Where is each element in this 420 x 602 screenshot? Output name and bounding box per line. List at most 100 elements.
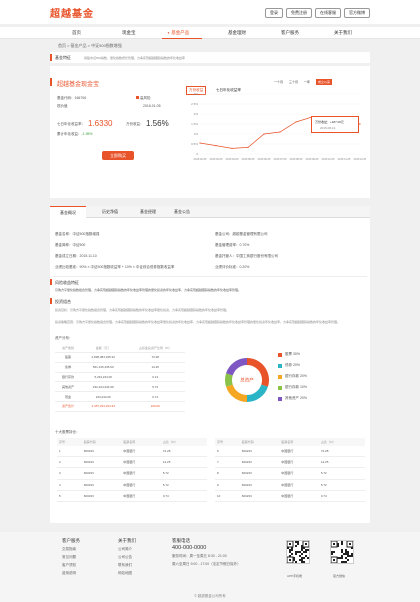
seven-day-label: 七日年化收益率：: [57, 122, 85, 126]
table-cell: 8: [215, 467, 240, 480]
table-cell: 100.00: [125, 401, 185, 412]
table-cell: 5: [57, 490, 82, 502]
qr-finder-dot: [349, 543, 351, 545]
overview-custodian: 基金托管人：中国工商银行股份有限公司: [215, 254, 278, 258]
chart-tooltip: 万份收益：+187.00元 2015-08-13: [311, 116, 359, 133]
qr-module: [347, 555, 349, 557]
table-cell: 5,234,234.00: [81, 372, 126, 383]
footer-link[interactable]: 费用说明: [62, 571, 80, 576]
y-tick-label: 2.5%: [191, 102, 198, 106]
seven-day-value: 1.6330: [88, 119, 113, 128]
footer-link[interactable]: 联系我们: [118, 563, 136, 568]
qr-module: [345, 549, 347, 551]
legend-item: 其他资产 20%: [278, 396, 307, 401]
table-cell: 中国银行: [121, 446, 161, 458]
column-header: 资产类别: [55, 344, 81, 353]
table-cell: 4,457,234,234.33: [81, 401, 126, 412]
footer-link[interactable]: 网站地图: [118, 571, 136, 576]
tab-history[interactable]: 历史净值: [102, 209, 118, 215]
wechat-qr-code: [330, 540, 354, 564]
buy-button[interactable]: 立即购买: [102, 151, 134, 160]
overview-benchmark: 业绩比较基准：90% × 中证500指数收益率 + 10% × 中证综合债券指数…: [55, 265, 175, 269]
nav-item-about[interactable]: 关于我们: [334, 30, 352, 36]
table-cell: 0.74: [318, 490, 365, 502]
holdings-title: 十大股票持仓：: [55, 430, 80, 434]
top-bar: 超越基金 登录 免费注册 在线客服 官方微博: [0, 0, 420, 24]
qr-module: [307, 549, 309, 551]
table-cell: 股票: [55, 352, 81, 363]
login-link[interactable]: 登录: [265, 8, 283, 18]
footer-link[interactable]: 交易指南: [62, 547, 80, 552]
tab-manager[interactable]: 基金经理: [140, 209, 156, 215]
table-cell: 600233: [239, 467, 280, 480]
investment-title: 投资组合: [55, 299, 71, 304]
risk-section-title: 风险收益特征: [55, 280, 79, 285]
footer-link[interactable]: 公司简介: [118, 547, 136, 552]
range-all[interactable]: 成立以来: [316, 79, 333, 85]
x-tick-label: 2015.06.05: [258, 157, 272, 161]
qr-module: [341, 557, 343, 559]
footer-link[interactable]: 常见问题: [62, 555, 80, 560]
qr-module: [291, 553, 293, 555]
table-row: 5 600233 中国银行 0.74: [57, 490, 207, 502]
table-cell: 561,145,435.00: [81, 362, 126, 373]
fund-summary-card: 超越基金现金宝 基金代码：166706 高风险 现价值 2016.01.05 七…: [50, 66, 370, 198]
qr-module: [345, 551, 347, 553]
nav-date: 2016.01.05: [143, 104, 161, 108]
tab-overview[interactable]: 基金概况: [50, 206, 86, 218]
footer-link[interactable]: 公司公告: [118, 555, 136, 560]
qr-module: [347, 553, 349, 555]
x-tick-label: 2015.03.05: [210, 157, 224, 161]
table-cell: 中国银行: [121, 479, 161, 491]
range-3m[interactable]: 三个月: [289, 80, 298, 84]
nav-item-service[interactable]: 客户服务: [281, 30, 299, 36]
qr-module: [305, 549, 307, 551]
weibo-link[interactable]: 官方微博: [344, 8, 370, 18]
table-cell: 600233: [81, 479, 122, 491]
table-header: 序号 股票代码 股票名称 占比（%）: [215, 438, 365, 446]
divider: [53, 276, 367, 277]
donut-legend: 股票 30% 债券 20% 银行存款 20% 银行存款 10% 其他资产 20%: [278, 352, 307, 407]
nav-item-funds[interactable]: ▼ 基金产品: [167, 30, 189, 36]
table-cell: 0.74: [160, 490, 207, 502]
legend-swatch: [278, 352, 282, 357]
nav-item-cash[interactable]: 现金宝: [122, 30, 136, 36]
overview-fee: 基金管理费率：0.70%: [215, 243, 250, 247]
range-1y[interactable]: 一年: [304, 80, 310, 84]
qr-module: [331, 551, 333, 553]
nav-item-home[interactable]: 首页: [72, 30, 81, 36]
table-cell: 72.28: [125, 352, 185, 363]
qr-module: [305, 555, 307, 557]
y-tick-label: 0.5%: [191, 142, 198, 146]
table-cell: 中国银行: [279, 479, 319, 491]
holdings-table-right: 序号 股票代码 股票名称 占比（%） 6 600233 中国银行 72.28 7 600233 中国…: [215, 438, 365, 502]
donut-center-label: 总资产: [240, 377, 254, 384]
x-tick-label: 2015.02.05: [194, 157, 208, 161]
hotline-title: 客服电话: [172, 538, 190, 543]
tab-announcement[interactable]: 基金公告: [174, 209, 190, 215]
qr-finder-dot: [289, 543, 291, 545]
qr-module: [343, 561, 345, 563]
table-row: 10 600233 中国银行 0.74: [215, 490, 365, 502]
asset-title: 资产分布：: [55, 336, 73, 340]
qr-module: [297, 541, 299, 543]
footer-link[interactable]: 客户须知: [62, 563, 80, 568]
table-cell: 5.72: [318, 479, 365, 491]
online-service-link[interactable]: 在线客服: [315, 8, 341, 18]
qr-module: [303, 557, 305, 559]
site-logo[interactable]: 超越基金: [50, 5, 94, 20]
legend-item: 银行存款 20%: [278, 374, 307, 379]
feature-label: 基金特征: [55, 55, 71, 60]
table-header: 序号 股票代码 股票名称 占比（%）: [57, 438, 207, 446]
nav-item-finance[interactable]: 基金理财: [228, 30, 246, 36]
table-cell: 现金: [55, 391, 81, 402]
footer-about-title: 关于我们: [118, 538, 136, 543]
table-cell: 600233: [239, 490, 280, 502]
data-point: [215, 145, 217, 147]
table-cell: 9: [215, 479, 240, 491]
risk-badge: 高风险: [136, 96, 151, 101]
register-link[interactable]: 免费注册: [286, 8, 312, 18]
table-cell: 7: [215, 456, 240, 469]
range-1m[interactable]: 一个月: [274, 80, 283, 84]
table-cell: 14.25: [160, 456, 207, 469]
